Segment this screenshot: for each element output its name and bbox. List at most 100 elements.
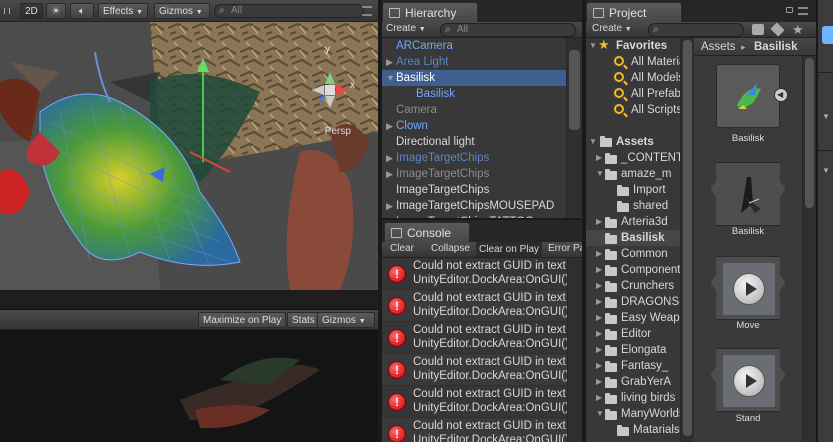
expand-prefab-icon[interactable]: ◀	[774, 88, 788, 102]
favorites-header[interactable]: ▼ ★ Favorites	[586, 38, 680, 54]
project-folder-item[interactable]: ▶ Elongata	[586, 342, 680, 358]
console-message-row[interactable]: ! Could not extract GUID in text UnityEdit…	[382, 322, 567, 354]
expand-arrow-icon[interactable]: ▼	[596, 166, 604, 182]
project-folder-item[interactable]: ▶ Crunchers	[586, 278, 680, 294]
persp-label[interactable]: ← Persp	[312, 126, 351, 137]
twod-toggle-button[interactable]: 2D	[20, 3, 43, 19]
project-create-dropdown[interactable]: Create ▼	[592, 23, 632, 34]
expand-arrow-icon[interactable]: ▶	[386, 166, 393, 182]
hierarchy-item[interactable]: ▼ Basilisk	[382, 70, 566, 86]
hierarchy-search-input[interactable]: All	[440, 23, 576, 37]
filter-by-label-icon[interactable]	[770, 22, 785, 37]
asset-grid-scrollbar[interactable]	[802, 56, 816, 442]
project-folder-item[interactable]: Basilisk	[586, 230, 680, 246]
console-clear-button[interactable]: Clear	[390, 243, 414, 254]
game-viewport[interactable]	[0, 330, 378, 442]
game-gizmos-dropdown[interactable]: Gizmos ▼	[317, 312, 375, 328]
expand-arrow-icon[interactable]: ▶	[596, 294, 602, 310]
favorite-item[interactable]: All Models	[586, 70, 680, 86]
project-folder-item[interactable]: ▶ Editor	[586, 326, 680, 342]
stats-toggle[interactable]: Stats	[287, 312, 320, 328]
project-folder-item[interactable]: shared	[586, 198, 680, 214]
console-clear-on-play-toggle[interactable]: Clear on Play	[476, 242, 543, 257]
breadcrumb-basilisk[interactable]: Basilisk	[754, 38, 797, 55]
breadcrumb-assets[interactable]: Assets	[701, 38, 736, 55]
scene-search-input[interactable]: All	[214, 4, 364, 18]
project-folder-item[interactable]: ▶ GrabYerA	[586, 374, 680, 390]
gizmos-dropdown[interactable]: Gizmos ▼	[154, 3, 210, 19]
project-search-input[interactable]	[648, 23, 744, 37]
expand-arrow-icon[interactable]: ▶	[386, 150, 393, 166]
asset-stand-clip[interactable]	[710, 348, 786, 412]
expand-arrow-icon[interactable]: ▶	[596, 358, 602, 374]
folder-tree-scroll-thumb[interactable]	[683, 40, 692, 436]
hierarchy-create-dropdown[interactable]: Create ▼	[386, 23, 426, 34]
hierarchy-item[interactable]: ARCamera	[382, 38, 566, 54]
console-tab[interactable]: Console	[384, 222, 470, 242]
hierarchy-item[interactable]: ImageTargetChipsTATTOO	[382, 214, 566, 218]
expand-arrow-icon[interactable]: ▶	[596, 246, 602, 262]
console-message-row[interactable]: ! Could not extract GUID in text UnityEdit…	[382, 418, 567, 442]
hierarchy-item[interactable]: Camera	[382, 102, 566, 118]
hierarchy-scrollbar[interactable]	[566, 38, 582, 218]
console-error-pause-toggle[interactable]: Error Pause	[548, 243, 582, 254]
project-folder-item[interactable]: ▶ DRAGONS	[586, 294, 680, 310]
lock-icon[interactable]	[786, 7, 793, 13]
scene-toolbar-grip[interactable]	[4, 8, 10, 14]
hierarchy-item[interactable]: Directional light	[382, 134, 566, 150]
assets-header[interactable]: ▼ Assets	[586, 134, 680, 150]
project-folder-item[interactable]: ▶ _CONTENT	[586, 150, 680, 166]
lighting-toggle-button[interactable]: ☀	[46, 3, 66, 19]
expand-arrow-icon[interactable]: ▶	[596, 262, 602, 278]
hierarchy-item[interactable]: Basilisk	[382, 86, 566, 102]
project-folder-item[interactable]: ▶ Arteria3d	[586, 214, 680, 230]
console-scrollbar[interactable]	[567, 258, 582, 442]
project-folder-item[interactable]: ▼ amaze_m	[586, 166, 680, 182]
expand-arrow-icon[interactable]: ▶	[596, 374, 602, 390]
console-message-row[interactable]: ! Could not extract GUID in text UnityEdit…	[382, 290, 567, 322]
expand-arrow-icon[interactable]: ▶	[386, 54, 393, 70]
expand-arrow-icon[interactable]: ▶	[386, 198, 393, 214]
hierarchy-item[interactable]: ▶ ImageTargetChips	[382, 150, 566, 166]
asset-basilisk-model[interactable]	[710, 162, 786, 226]
project-folder-item[interactable]: ▼ ManyWorlds	[586, 406, 680, 422]
expand-arrow-icon[interactable]: ▶	[596, 390, 602, 406]
project-folder-item[interactable]: ▶ Fantasy_	[586, 358, 680, 374]
folder-tree-scrollbar[interactable]	[680, 38, 694, 442]
expand-arrow-icon[interactable]: ▶	[596, 214, 602, 230]
expand-arrow-icon[interactable]: ▼	[386, 70, 395, 86]
favorite-item[interactable]: All Materials	[586, 54, 680, 70]
expand-arrow-icon[interactable]: ▶	[596, 150, 602, 166]
console-message-row[interactable]: ! Could not extract GUID in text UnityEdit…	[382, 354, 567, 386]
project-folder-item[interactable]: ▶ Easy Weapons	[586, 310, 680, 326]
project-menu-icon[interactable]	[798, 7, 808, 15]
expand-arrow-icon[interactable]: ▶	[596, 342, 602, 358]
hierarchy-item[interactable]: ▶ ImageTargetChipsMOUSEPAD	[382, 198, 566, 214]
favorite-item[interactable]: All Prefabs	[586, 86, 680, 102]
hierarchy-item[interactable]: ▶ Clown	[382, 118, 566, 134]
hierarchy-scroll-thumb[interactable]	[569, 50, 580, 130]
audio-toggle-button[interactable]: 🔈︎	[70, 3, 94, 19]
project-folder-item[interactable]: ▶ Components	[586, 262, 680, 278]
expand-arrow-icon[interactable]: ▶	[596, 310, 602, 326]
asset-move-clip[interactable]	[710, 256, 786, 320]
collapse-arrow-icon[interactable]: ▼	[822, 112, 830, 121]
expand-arrow-icon[interactable]: ▶	[596, 326, 602, 342]
filter-by-type-icon[interactable]	[752, 24, 764, 35]
project-tab[interactable]: Project	[586, 2, 682, 22]
maximize-on-play-toggle[interactable]: Maximize on Play	[198, 312, 287, 328]
hierarchy-tab[interactable]: Hierarchy	[382, 2, 478, 22]
expand-arrow-icon[interactable]: ▼	[596, 406, 604, 422]
favorite-star-icon[interactable]: ★	[792, 22, 804, 38]
panel-menu-icon[interactable]	[362, 6, 372, 16]
asset-grid-scroll-thumb[interactable]	[805, 58, 814, 208]
project-folder-item[interactable]: ▶ living birds	[586, 390, 680, 406]
console-message-row[interactable]: ! Could not extract GUID in text UnityEdit…	[382, 258, 567, 290]
hierarchy-item[interactable]: ▶ Area Light	[382, 54, 566, 70]
collapse-arrow-icon[interactable]: ▼	[822, 166, 830, 175]
console-message-row[interactable]: ! Could not extract GUID in text UnityEdit…	[382, 386, 567, 418]
project-folder-item[interactable]: ▶ Common	[586, 246, 680, 262]
hierarchy-item[interactable]: ▶ ImageTargetChips	[382, 166, 566, 182]
scene-viewport[interactable]: y x ← Persp	[0, 22, 378, 290]
asset-basilisk-prefab[interactable]	[716, 64, 780, 128]
